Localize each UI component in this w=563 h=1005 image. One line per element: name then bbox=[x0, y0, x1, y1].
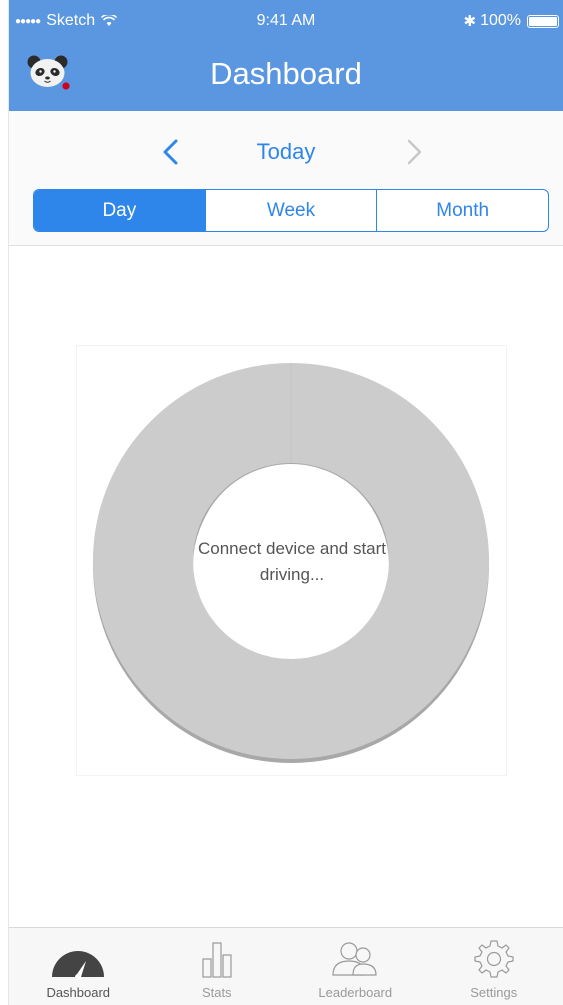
speedometer-icon bbox=[52, 951, 105, 980]
tab-dashboard[interactable]: Dashboard bbox=[9, 928, 148, 1005]
chevron-right-icon[interactable] bbox=[402, 137, 426, 167]
tab-stats[interactable]: Stats bbox=[148, 928, 287, 1005]
bar-chart-icon bbox=[202, 942, 232, 978]
gear-icon bbox=[474, 940, 514, 978]
status-right: ✱ 100% bbox=[463, 12, 559, 30]
battery-percent: 100% bbox=[480, 12, 521, 29]
segment-day[interactable]: Day bbox=[34, 190, 205, 231]
date-navigator: Today Day Week Month bbox=[9, 111, 563, 246]
segment-week[interactable]: Week bbox=[204, 190, 377, 231]
people-icon bbox=[332, 942, 377, 976]
header: ●●●●● Sketch 9:41 AM ✱ 100% Dashboard bbox=[9, 0, 563, 111]
tab-leaderboard[interactable]: Leaderboard bbox=[286, 928, 425, 1005]
left-edge bbox=[0, 0, 9, 1005]
tab-settings[interactable]: Settings bbox=[425, 928, 563, 1005]
empty-chart-message: Connect device and start driving... bbox=[197, 539, 387, 584]
app-screen: ●●●●● Sketch 9:41 AM ✱ 100% Dashboard To… bbox=[0, 0, 563, 1005]
period-segmented-control: Day Week Month bbox=[33, 189, 549, 232]
page-title: Dashboard bbox=[210, 56, 362, 91]
status-bar: ●●●●● Sketch 9:41 AM ✱ 100% bbox=[9, 0, 563, 40]
bluetooth-icon: ✱ bbox=[463, 13, 477, 30]
battery-icon bbox=[527, 14, 559, 28]
tab-label-stats: Stats bbox=[201, 985, 232, 1000]
tab-label-dashboard: Dashboard bbox=[46, 985, 111, 1000]
tab-label-leaderboard: Leaderboard bbox=[318, 985, 393, 1000]
date-label: Today bbox=[256, 139, 316, 164]
donut-chart-area: Connect device and start driving... bbox=[76, 345, 507, 776]
tab-label-settings: Settings bbox=[470, 985, 518, 1000]
tab-bar: Dashboard Stats Leaderboard Settings bbox=[9, 927, 563, 1005]
segment-month[interactable]: Month bbox=[376, 190, 548, 231]
